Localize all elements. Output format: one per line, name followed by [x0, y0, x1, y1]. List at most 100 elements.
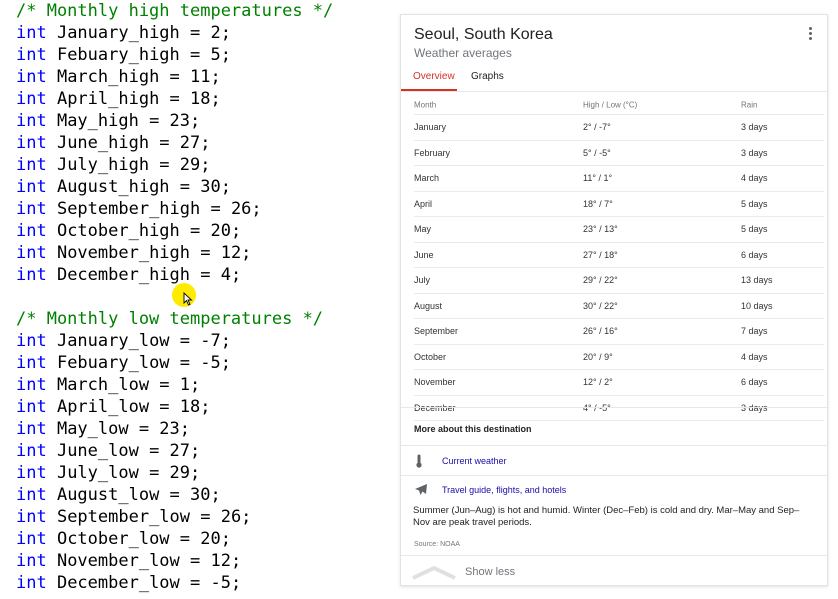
- table-row: June 27° / 18° 6 days: [414, 241, 824, 268]
- type-keyword: int: [16, 529, 47, 549]
- tab-overview[interactable]: Overview: [413, 71, 455, 82]
- high-low-cell: 30° / 22°: [583, 300, 618, 311]
- high-low-cell: 26° / 16°: [583, 326, 618, 337]
- month-cell: September: [414, 326, 459, 337]
- declaration-text: April_high = 18;: [46, 89, 221, 109]
- card-subtitle: Weather averages: [414, 46, 512, 60]
- high-low-cell: 23° / 13°: [583, 224, 618, 235]
- type-keyword: int: [16, 551, 47, 571]
- table-row: January 2° / -7° 3 days: [414, 114, 824, 140]
- card-tabs: Overview Graphs: [401, 67, 827, 91]
- table-body: January 2° / -7° 3 days February 5° / -5° 3 d…: [414, 114, 824, 421]
- type-keyword: int: [16, 419, 47, 439]
- month-cell: January: [414, 122, 447, 133]
- code-line-high: int August_high = 30;: [16, 176, 391, 198]
- type-keyword: int: [16, 507, 47, 527]
- show-less-label: Show less: [465, 566, 516, 578]
- code-line-high: int May_high = 23;: [16, 110, 391, 132]
- code-line-high: int December_high = 4;: [16, 264, 391, 286]
- code-line-low: int July_low = 29;: [16, 462, 391, 484]
- declaration-text: September_high = 26;: [46, 199, 262, 219]
- type-keyword: int: [16, 243, 47, 263]
- code-comment-lows: /* Monthly low temperatures */: [16, 309, 324, 329]
- divider: [401, 445, 827, 446]
- code-editor[interactable]: /* Monthly high temperatures */ int Janu…: [16, 0, 391, 594]
- high-low-cell: 2° / -7°: [583, 122, 611, 133]
- table-row: July 29° / 22° 13 days: [414, 267, 824, 293]
- code-line-low: int June_low = 27;: [16, 440, 391, 462]
- header-high-low: High / Low (°C): [583, 100, 638, 109]
- header-rain: Rain: [741, 100, 758, 109]
- declaration-text: October_low = 20;: [46, 529, 231, 549]
- rain-cell: 3 days: [741, 147, 768, 158]
- declaration-text: May_high = 23;: [46, 111, 201, 131]
- code-comment-highs: /* Monthly high temperatures */: [16, 1, 334, 21]
- header-month: Month: [414, 100, 437, 109]
- type-keyword: int: [16, 111, 47, 131]
- code-line-high: int Febuary_high = 5;: [16, 44, 391, 66]
- more-options-icon[interactable]: [807, 27, 813, 43]
- type-keyword: int: [16, 265, 47, 285]
- table-row: November 12° / 2° 6 days: [414, 369, 824, 395]
- current-weather-label: Current weather: [442, 456, 507, 466]
- table-row: February 5° / -5° 3 days: [414, 139, 824, 166]
- code-line-high: int June_high = 27;: [16, 132, 391, 154]
- tab-graphs[interactable]: Graphs: [471, 71, 504, 82]
- table-row: May 23° / 13° 5 days: [414, 216, 824, 242]
- declaration-text: September_low = 26;: [46, 507, 252, 527]
- declaration-text: Febuary_high = 5;: [46, 45, 231, 65]
- type-keyword: int: [16, 23, 47, 43]
- month-cell: August: [414, 300, 443, 311]
- show-less-button[interactable]: Show less: [401, 556, 827, 584]
- high-temperature-declarations: int January_high = 2; int Febuary_high = …: [16, 22, 391, 286]
- type-keyword: int: [16, 463, 47, 483]
- declaration-text: January_high = 2;: [46, 23, 231, 43]
- code-line-low: int October_low = 20;: [16, 528, 391, 550]
- declaration-text: April_low = 18;: [46, 397, 211, 417]
- type-keyword: int: [16, 133, 47, 153]
- rain-cell: 6 days: [741, 377, 768, 388]
- code-line-low: int Febuary_low = -5;: [16, 352, 391, 374]
- rain-cell: 4 days: [741, 173, 768, 184]
- month-cell: November: [414, 377, 456, 388]
- rain-cell: 13 days: [741, 275, 773, 286]
- type-keyword: int: [16, 397, 47, 417]
- declaration-text: July_high = 29;: [46, 155, 211, 175]
- rain-cell: 5 days: [741, 224, 768, 235]
- declaration-text: Febuary_low = -5;: [46, 353, 231, 373]
- tabs-divider: [401, 91, 827, 92]
- declaration-text: August_low = 30;: [46, 485, 221, 505]
- table-row: March 11° / 1° 4 days: [414, 165, 824, 191]
- code-line-low: int December_low = -5;: [16, 572, 391, 594]
- rain-cell: 7 days: [741, 326, 768, 337]
- code-line-low: int April_low = 18;: [16, 396, 391, 418]
- high-low-cell: 27° / 18°: [583, 249, 618, 260]
- declaration-text: March_high = 11;: [46, 67, 221, 87]
- declaration-text: June_high = 27;: [46, 133, 211, 153]
- high-low-cell: 20° / 9°: [583, 351, 613, 362]
- divider: [401, 407, 827, 408]
- type-keyword: int: [16, 221, 47, 241]
- declaration-text: December_low = -5;: [46, 573, 242, 593]
- month-cell: May: [414, 224, 432, 235]
- table-row: April 18° / 7° 5 days: [414, 190, 824, 217]
- code-line-low: int January_low = -7;: [16, 330, 391, 352]
- high-low-cell: 18° / 7°: [583, 198, 613, 209]
- type-keyword: int: [16, 375, 47, 395]
- declaration-text: March_low = 1;: [46, 375, 201, 395]
- month-cell: June: [414, 249, 434, 260]
- code-line-low: int August_low = 30;: [16, 484, 391, 506]
- weather-card: Seoul, South Korea Weather averages Over…: [400, 14, 828, 586]
- declaration-text: July_low = 29;: [46, 463, 201, 483]
- declaration-text: January_low = -7;: [46, 331, 231, 351]
- code-line-high: int October_high = 20;: [16, 220, 391, 242]
- table-row: October 20° / 9° 4 days: [414, 343, 824, 370]
- type-keyword: int: [16, 441, 47, 461]
- divider: [401, 475, 827, 476]
- code-line-low: int March_low = 1;: [16, 374, 391, 396]
- mouse-pointer-icon: [183, 292, 193, 306]
- rain-cell: 5 days: [741, 198, 768, 209]
- table-row: August 30° / 22° 10 days: [414, 292, 824, 319]
- code-line-low: int September_low = 26;: [16, 506, 391, 528]
